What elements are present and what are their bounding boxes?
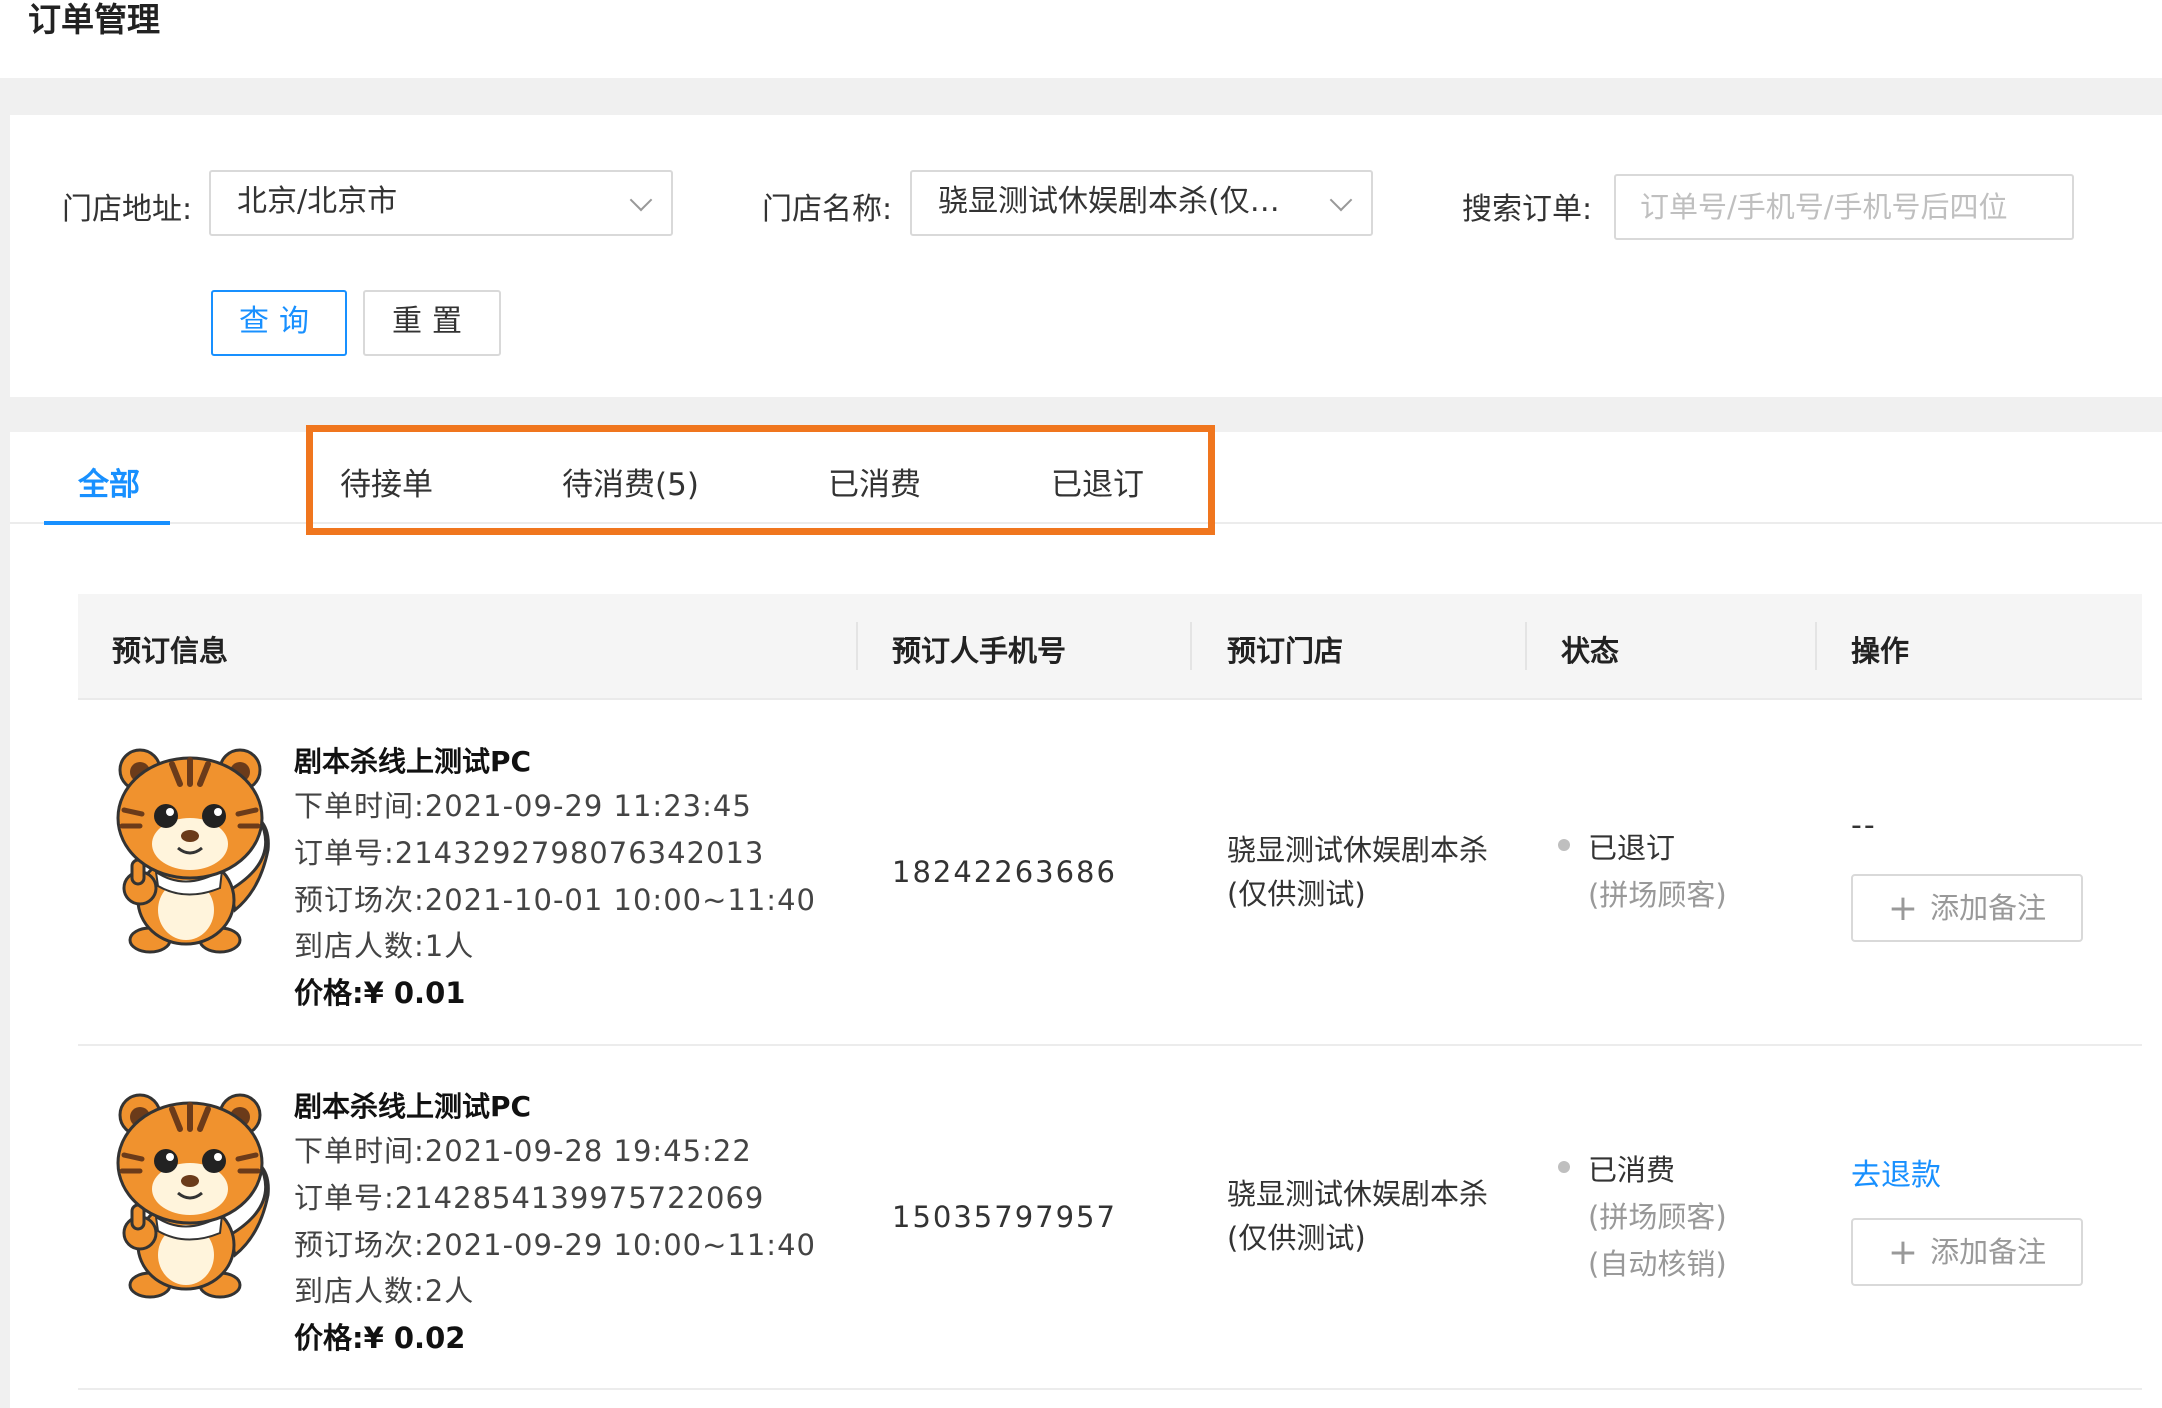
column-header-store: 预订门店 (1227, 634, 1344, 668)
column-divider (856, 622, 858, 670)
address-label: 门店地址: (62, 192, 193, 227)
booked-store: 骁显测试休娱剧本杀 (仅供测试) (1227, 1177, 1489, 1255)
status-dot (1558, 1161, 1570, 1173)
column-divider (1815, 622, 1817, 670)
title-bar (0, 0, 2162, 78)
booker-phone: 15035797957 (892, 1200, 1117, 1234)
add-note-button[interactable]: + 添加备注 (1851, 874, 2083, 942)
column-divider (1525, 622, 1527, 670)
order-time: 下单时间:2021-09-29 11:23:45 (294, 789, 752, 823)
table-header (78, 594, 2142, 700)
price: 价格:¥ 0.01 (294, 976, 466, 1010)
address-select-value: 北京/北京市 (237, 184, 398, 219)
row-divider (78, 1044, 2142, 1046)
booked-store: 骁显测试休娱剧本杀 (仅供测试) (1227, 833, 1489, 911)
column-header-phone: 预订人手机号 (892, 634, 1067, 668)
booking-session: 预订场次:2021-09-29 10:00~11:40 (294, 1228, 816, 1262)
order-sub-status: (拼场顾客) (1588, 1200, 1727, 1234)
status-dot (1558, 839, 1570, 851)
query-button[interactable]: 查询 (211, 290, 347, 356)
tab-all[interactable]: 全部 (78, 459, 140, 504)
plus-icon: + (1887, 1232, 1919, 1273)
booker-phone: 18242263686 (892, 855, 1117, 889)
chevron-down-icon (1329, 188, 1353, 212)
order-sub-status: (自动核销) (1588, 1247, 1727, 1281)
tab-highlight-box (306, 425, 1215, 535)
order-sub-status: (拼场顾客) (1588, 878, 1727, 912)
add-note-button[interactable]: + 添加备注 (1851, 1218, 2083, 1286)
store-select-value: 骁显测试休娱剧本杀(仅供... (938, 184, 1291, 219)
people-count: 到店人数:1人 (294, 929, 475, 963)
search-label: 搜索订单: (1462, 192, 1593, 227)
search-input[interactable] (1614, 174, 2074, 240)
store-select[interactable]: 骁显测试休娱剧本杀(仅供... (910, 170, 1373, 236)
plus-icon: + (1887, 888, 1919, 929)
refund-link[interactable]: 去退款 (1851, 1150, 1941, 1194)
active-tab-indicator (44, 521, 170, 525)
tiger-mascot-icon (110, 1085, 276, 1307)
column-header-actions: 操作 (1851, 634, 1910, 668)
column-divider (1190, 622, 1192, 670)
order-status: 已退订 (1588, 831, 1676, 865)
booking-session: 预订场次:2021-10-01 10:00~11:40 (294, 883, 816, 917)
people-count: 到店人数:2人 (294, 1274, 475, 1308)
tiger-mascot-icon (110, 740, 276, 962)
product-name: 剧本杀线上测试PC (294, 1090, 532, 1123)
column-header-status: 状态 (1561, 634, 1620, 668)
no-action-placeholder: -- (1851, 808, 1877, 843)
order-time: 下单时间:2021-09-28 19:45:22 (294, 1134, 752, 1168)
address-select[interactable]: 北京/北京市 (209, 170, 673, 236)
product-name: 剧本杀线上测试PC (294, 745, 532, 778)
store-label: 门店名称: (762, 192, 893, 227)
price: 价格:¥ 0.02 (294, 1321, 466, 1355)
column-header-booking-info: 预订信息 (112, 634, 229, 668)
order-status: 已消费 (1588, 1153, 1676, 1187)
page-title: 订单管理 (28, 0, 160, 39)
reset-button[interactable]: 重置 (363, 290, 501, 356)
row-divider (78, 1388, 2142, 1390)
order-number: 订单号:2143292798076342013 (294, 836, 765, 870)
chevron-down-icon (629, 188, 653, 212)
order-number: 订单号:2142854139975722069 (294, 1181, 765, 1215)
